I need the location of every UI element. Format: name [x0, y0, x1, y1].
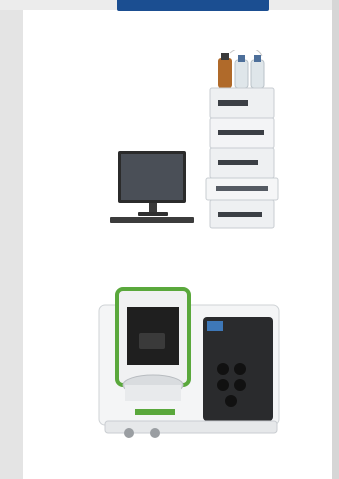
solvent-bottles-icon — [218, 50, 265, 89]
monitor-icon — [110, 151, 194, 223]
sample-compartment-icon — [115, 287, 191, 401]
right-edge-strip — [332, 0, 339, 479]
control-panel-icon — [203, 317, 273, 421]
instrument-stack-icon — [205, 87, 279, 229]
spectrometer-icon[interactable] — [95, 285, 285, 440]
hplc-system-icon[interactable] — [100, 50, 290, 240]
header-tab[interactable] — [117, 0, 269, 11]
